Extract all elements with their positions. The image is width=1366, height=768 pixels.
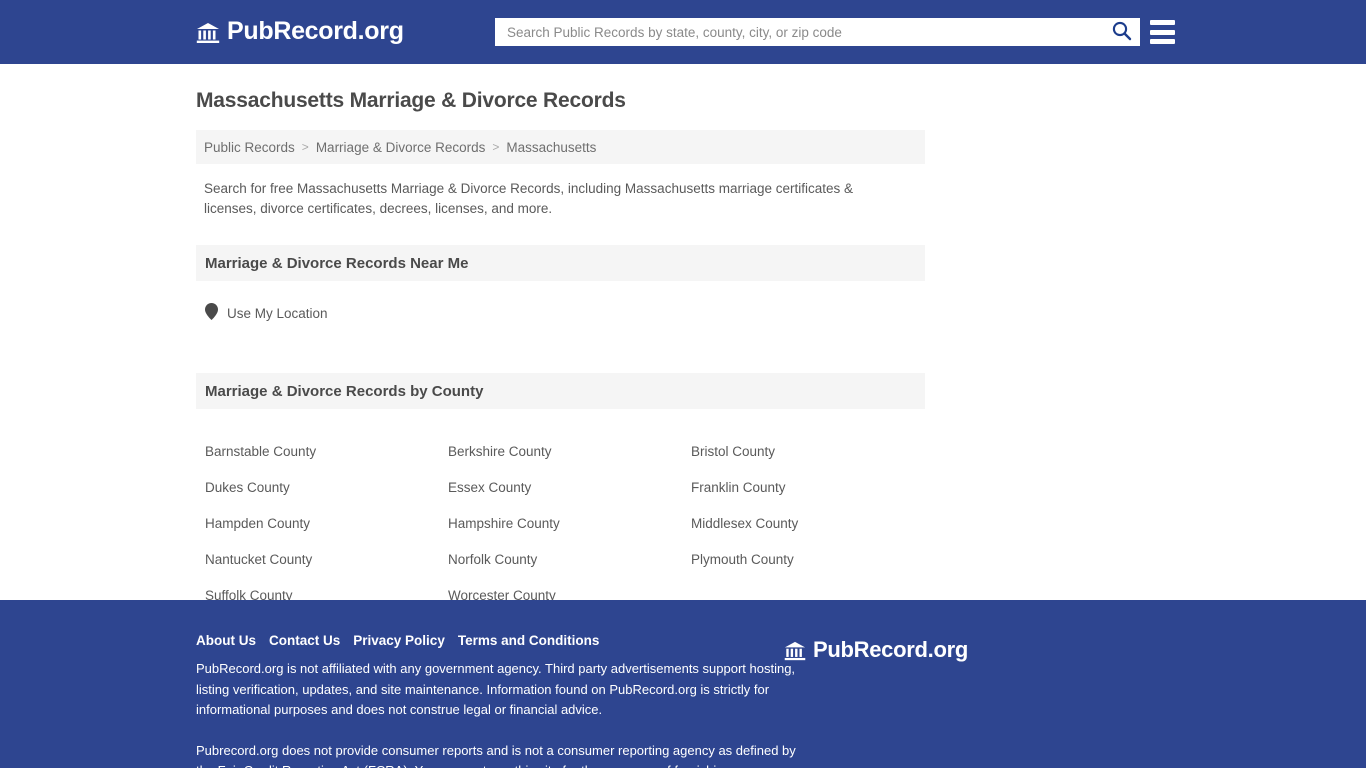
county-link[interactable]: Berkshire County bbox=[439, 434, 682, 470]
footer-logo-text: PubRecord.org bbox=[813, 637, 968, 662]
use-my-location-link[interactable]: Use My Location bbox=[205, 303, 328, 323]
header-logo-text: PubRecord.org bbox=[227, 17, 404, 45]
breadcrumb-separator: > bbox=[492, 140, 500, 155]
footer-link-contact-us[interactable]: Contact Us bbox=[269, 633, 340, 648]
page-title: Massachusetts Marriage & Divorce Records bbox=[196, 89, 626, 112]
footer-disclaimer-primary: PubRecord.org is not affiliated with any… bbox=[196, 661, 796, 717]
intro-description: Search for free Massachusetts Marriage &… bbox=[204, 181, 854, 217]
county-link[interactable]: Hampshire County bbox=[439, 506, 682, 542]
county-link[interactable]: Franklin County bbox=[682, 470, 925, 506]
near-me-section-body: Use My Location bbox=[196, 281, 925, 347]
footer-link-privacy-policy[interactable]: Privacy Policy bbox=[353, 633, 445, 648]
breadcrumb-item-massachusetts[interactable]: Massachusetts bbox=[506, 140, 596, 155]
footer-links: About Us Contact Us Privacy Policy Terms… bbox=[196, 600, 1176, 648]
county-link[interactable]: Middlesex County bbox=[682, 506, 925, 542]
content-container: Massachusetts Marriage & Divorce Records… bbox=[196, 64, 925, 614]
county-link[interactable]: Barnstable County bbox=[196, 434, 439, 470]
search-button[interactable] bbox=[1111, 20, 1132, 44]
county-link[interactable]: Dukes County bbox=[196, 470, 439, 506]
county-link[interactable]: Nantucket County bbox=[196, 542, 439, 578]
section-heading-by-county: Marriage & Divorce Records by County bbox=[196, 373, 925, 410]
section-heading-near-me: Marriage & Divorce Records Near Me bbox=[196, 245, 925, 282]
county-link[interactable]: Norfolk County bbox=[439, 542, 682, 578]
county-link[interactable]: Essex County bbox=[439, 470, 682, 506]
breadcrumb: Public Records > Marriage & Divorce Reco… bbox=[196, 130, 925, 165]
bank-building-icon bbox=[196, 21, 220, 45]
county-link[interactable]: Plymouth County bbox=[682, 542, 925, 578]
footer-link-about-us[interactable]: About Us bbox=[196, 633, 256, 648]
main-content: Massachusetts Marriage & Divorce Records… bbox=[0, 64, 1366, 603]
county-link[interactable]: Bristol County bbox=[682, 434, 925, 470]
header-logo[interactable]: PubRecord.org bbox=[196, 19, 404, 44]
footer-disclaimer-fcra: Pubrecord.org does not provide consumer … bbox=[196, 742, 796, 768]
hamburger-menu-icon[interactable] bbox=[1150, 20, 1175, 44]
site-footer: About Us Contact Us Privacy Policy Terms… bbox=[0, 600, 1366, 768]
search-icon bbox=[1111, 20, 1132, 44]
footer-content: About Us Contact Us Privacy Policy Terms… bbox=[196, 600, 1176, 768]
footer-logo[interactable]: PubRecord.org bbox=[784, 637, 968, 663]
county-link[interactable]: Hampden County bbox=[196, 506, 439, 542]
site-header: PubRecord.org bbox=[0, 0, 1366, 64]
breadcrumb-item-marriage-divorce-records[interactable]: Marriage & Divorce Records bbox=[316, 140, 486, 155]
breadcrumb-item-public-records[interactable]: Public Records bbox=[204, 140, 295, 155]
search-input[interactable] bbox=[505, 20, 1107, 44]
breadcrumb-separator: > bbox=[301, 140, 309, 155]
search-bar bbox=[495, 18, 1140, 46]
bank-building-icon bbox=[784, 640, 806, 662]
map-pin-icon bbox=[205, 303, 218, 323]
footer-link-terms-and-conditions[interactable]: Terms and Conditions bbox=[458, 633, 600, 648]
county-list: Barnstable County Berkshire County Brist… bbox=[196, 409, 925, 614]
use-my-location-label: Use My Location bbox=[227, 305, 328, 321]
